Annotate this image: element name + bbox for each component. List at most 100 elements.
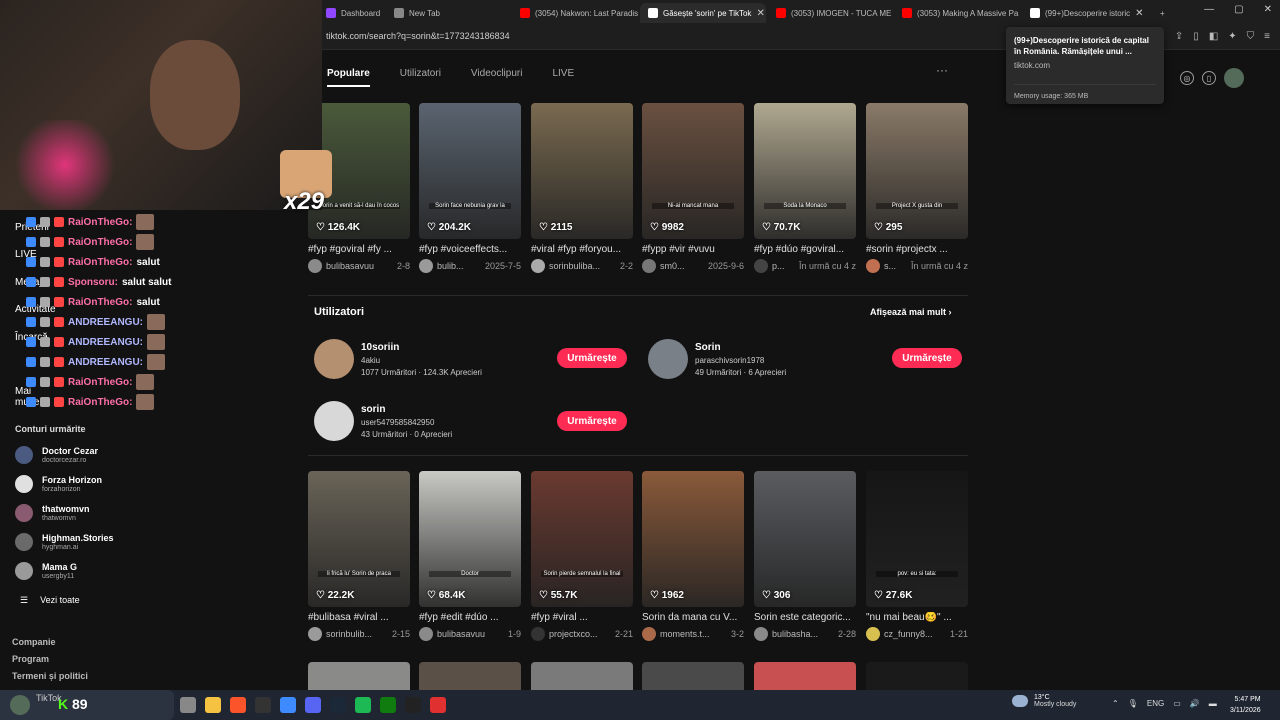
menu-icon[interactable]: ≡ xyxy=(1264,31,1270,42)
close-tab-icon[interactable]: ✕ xyxy=(756,8,764,19)
shield-icon[interactable]: ⛉ xyxy=(1247,31,1255,42)
author-avatar[interactable] xyxy=(531,627,545,641)
leo-icon[interactable]: ✦ xyxy=(1228,31,1236,42)
author-avatar[interactable] xyxy=(754,627,768,641)
user-result[interactable]: 10soriin 4akiu 1077 Urmăritori · 124.3K … xyxy=(314,339,482,379)
video-description[interactable]: #sorin #projectx ... xyxy=(866,244,968,255)
chat-username[interactable]: ANDREEANGU: xyxy=(68,317,143,328)
video-thumbnail[interactable]: Sorin face nebunia grav la ♡ 204.2K xyxy=(419,103,521,239)
video-thumbnail[interactable] xyxy=(419,662,521,690)
browser-tab[interactable]: (3053) IMOGEN - TUCA ME A xyxy=(768,3,892,23)
followed-account[interactable]: Highman.Stories hyghman.ai xyxy=(15,533,114,551)
chevron-up-icon[interactable]: ⌃ xyxy=(1112,699,1119,708)
footer-company[interactable]: Companie xyxy=(12,634,88,651)
video-card[interactable]: ♡ 1962 Sorin da mana cu V... moments.t... 3… xyxy=(642,471,744,641)
browser-tab[interactable]: (99+)Descoperire istoric ✕ xyxy=(1022,3,1148,23)
author-avatar[interactable] xyxy=(642,627,656,641)
video-thumbnail[interactable]: Doctor ♡ 68.4K xyxy=(419,471,521,607)
taskbar-app-icon[interactable] xyxy=(330,697,346,713)
chat-username[interactable]: RaiOnTheGo: xyxy=(68,297,132,308)
chat-username[interactable]: RaiOnTheGo: xyxy=(68,377,132,388)
author-name[interactable]: sm0... xyxy=(660,261,685,271)
tab-populare[interactable]: Populare xyxy=(327,68,370,87)
video-thumbnail[interactable]: ♡ 306 xyxy=(754,471,856,607)
video-description[interactable]: Sorin este categoric... xyxy=(754,612,856,623)
taskbar-app-icon[interactable] xyxy=(280,697,296,713)
tab-utilizatori[interactable]: Utilizatori xyxy=(400,68,441,87)
battery-icon[interactable]: ▬ xyxy=(1209,699,1217,708)
taskbar-app-icon[interactable] xyxy=(430,697,446,713)
url-field[interactable]: tiktok.com/search?q=sorin&t=177324318683… xyxy=(326,31,510,41)
browser-tab[interactable]: New Tab xyxy=(386,3,510,23)
taskbar-app-icon[interactable] xyxy=(180,697,196,713)
author-name[interactable]: p... xyxy=(772,261,785,271)
video-thumbnail[interactable]: Soda la Monaco ♡ 70.7K xyxy=(754,103,856,239)
chat-username[interactable]: Sponsoru: xyxy=(68,277,118,288)
video-description[interactable]: #fyp #edit #dúo ... xyxy=(419,612,521,623)
maximize-icon[interactable]: ▢ xyxy=(1234,4,1243,15)
video-card[interactable]: ♡ 2115 #viral #fyp #foryou... sorinbuliba.… xyxy=(531,103,633,273)
author-avatar[interactable] xyxy=(419,259,433,273)
show-more-link[interactable]: Afișează mai mult › xyxy=(870,307,952,317)
video-description[interactable]: #fyp #goviral #fy ... xyxy=(308,244,410,255)
author-avatar[interactable] xyxy=(308,259,322,273)
video-thumbnail[interactable]: Ni-ai mancat mana ♡ 9982 xyxy=(642,103,744,239)
author-name[interactable]: projectxco... xyxy=(549,629,598,639)
author-name[interactable]: moments.t... xyxy=(660,629,710,639)
author-name[interactable]: sorinbulib... xyxy=(326,629,372,639)
chat-username[interactable]: RaiOnTheGo: xyxy=(68,217,132,228)
video-thumbnail[interactable]: ♡ 1962 xyxy=(642,471,744,607)
user-avatar[interactable] xyxy=(648,339,688,379)
video-card[interactable]: Ni-ai mancat mana ♡ 9982 #fypp #vir #vuvu s… xyxy=(642,103,744,273)
follow-button[interactable]: Urmărește xyxy=(557,411,627,431)
clock[interactable]: 5:47 PM 3/11/2026 xyxy=(1230,694,1261,716)
view-all-link[interactable]: ☰ Vezi toate xyxy=(20,595,80,606)
video-description[interactable]: #fyp #voiceeffects... xyxy=(419,244,521,255)
language-indicator[interactable]: ENG xyxy=(1147,699,1164,708)
taskbar-app-icon[interactable] xyxy=(305,697,321,713)
author-name[interactable]: bulibasavuu xyxy=(326,261,374,271)
follow-button[interactable]: Urmărește xyxy=(892,348,962,368)
author-avatar[interactable] xyxy=(866,627,880,641)
author-name[interactable]: bulib... xyxy=(437,261,464,271)
video-description[interactable]: #viral #fyp #foryou... xyxy=(531,244,633,255)
video-thumbnail[interactable]: pov: eu si tata: ♡ 27.6K xyxy=(866,471,968,607)
chat-username[interactable]: RaiOnTheGo: xyxy=(68,257,132,268)
author-avatar[interactable] xyxy=(419,627,433,641)
video-description[interactable]: "nu mai beau🥴" ... xyxy=(866,612,968,623)
chat-username[interactable]: ANDREEANGU: xyxy=(68,357,143,368)
author-avatar[interactable] xyxy=(531,259,545,273)
footer-program[interactable]: Program xyxy=(12,651,88,668)
taskbar-app-icon[interactable] xyxy=(405,697,421,713)
user-result[interactable]: sorin user5479585842950 43 Urmăritori · … xyxy=(314,401,452,441)
author-name[interactable]: cz_funny8... xyxy=(884,629,933,639)
close-window-icon[interactable]: ✕ xyxy=(1264,4,1272,15)
followed-account[interactable]: Forza Horizon forzahorizon xyxy=(15,475,102,493)
video-thumbnail[interactable] xyxy=(531,662,633,690)
video-description[interactable]: #bulibasa #viral ... xyxy=(308,612,410,623)
video-card[interactable]: Soda la Monaco ♡ 70.7K #fyp #dúo #goviral.… xyxy=(754,103,856,273)
user-avatar[interactable] xyxy=(314,339,354,379)
network-icon[interactable]: ▭ xyxy=(1173,699,1181,708)
browser-tab[interactable]: Dashboard xyxy=(318,3,384,23)
chat-username[interactable]: RaiOnTheGo: xyxy=(68,237,132,248)
compass-icon[interactable]: ◎ xyxy=(1180,71,1194,85)
video-thumbnail[interactable]: ♡ 2115 xyxy=(531,103,633,239)
video-thumbnail[interactable] xyxy=(754,662,856,690)
followed-account[interactable]: Mama Gusergby11 xyxy=(15,562,77,580)
video-card[interactable]: Sorin face nebunia grav la ♡ 204.2K #fyp #… xyxy=(419,103,521,273)
author-avatar[interactable] xyxy=(754,259,768,273)
minimize-icon[interactable]: — xyxy=(1204,4,1214,15)
share-icon[interactable]: ⇪ xyxy=(1175,31,1183,42)
video-thumbnail[interactable]: li frică lu' Sorin de praca ♡ 22.2K xyxy=(308,471,410,607)
tab-live[interactable]: LIVE xyxy=(552,68,574,87)
video-thumbnail[interactable]: Project X gusta din ♡ 295 xyxy=(866,103,968,239)
close-tab-icon[interactable]: ✕ xyxy=(1135,8,1143,19)
video-description[interactable]: Sorin da mana cu V... xyxy=(642,612,744,623)
video-description[interactable]: #fyp #viral ... xyxy=(531,612,633,623)
video-card[interactable]: Doctor ♡ 68.4K #fyp #edit #dúo ... bulibasa… xyxy=(419,471,521,641)
video-thumbnail[interactable] xyxy=(642,662,744,690)
author-name[interactable]: sorinbuliba... xyxy=(549,261,600,271)
taskbar-app-icon[interactable] xyxy=(230,697,246,713)
new-tab-button[interactable]: + xyxy=(1152,3,1172,23)
